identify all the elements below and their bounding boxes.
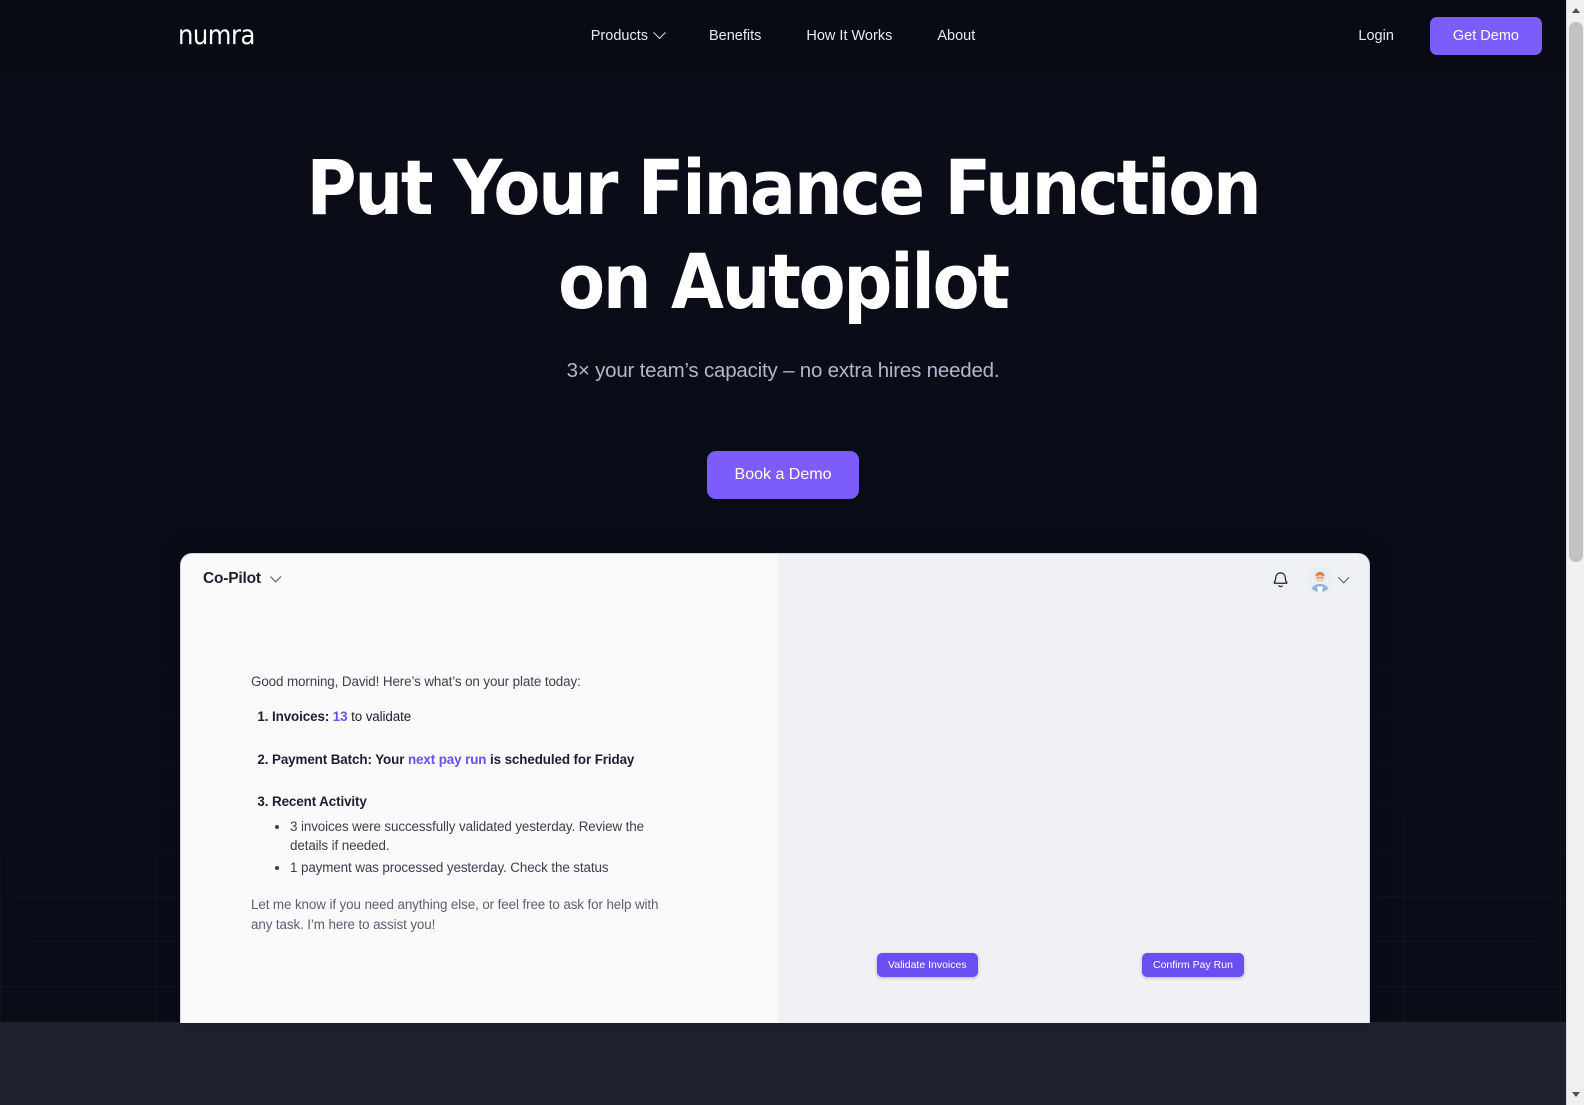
- task-invoices-label: Invoices:: [272, 709, 330, 725]
- app-topbar: [1271, 568, 1350, 592]
- main-navbar: numra Products Benefits How It Works Abo…: [0, 0, 1566, 71]
- task-payment-prefix: Your: [375, 751, 405, 767]
- document-preview-pane: INVOICE: [778, 554, 1369, 1023]
- avatar-illustration: [1308, 568, 1332, 592]
- user-avatar-icon: [1308, 568, 1332, 592]
- nav-actions: Login Get Demo: [1358, 16, 1542, 55]
- get-demo-button[interactable]: Get Demo: [1429, 16, 1542, 55]
- task-invoices-suffix: to validate: [351, 709, 412, 725]
- login-link[interactable]: Login: [1358, 28, 1393, 44]
- recent-activity-list: 3 invoices were successfully validated y…: [272, 817, 681, 877]
- copilot-header[interactable]: Co-Pilot: [181, 554, 778, 588]
- nav-item-products-label: Products: [590, 27, 648, 44]
- copilot-message-body: Good morning, David! Here’s what’s on yo…: [181, 588, 778, 935]
- copilot-chat-pane: Co-Pilot Good morning, David! Here’s wha…: [181, 554, 778, 1023]
- bell-icon[interactable]: [1271, 570, 1290, 590]
- chevron-down-icon[interactable]: [269, 571, 282, 583]
- validate-invoices-button[interactable]: Validate Invoices: [877, 953, 978, 977]
- nav-item-products[interactable]: Products: [590, 26, 666, 44]
- chevron-down-icon[interactable]: [1338, 572, 1350, 584]
- hero-cta-wrapper: Book a Demo: [0, 451, 1566, 499]
- page-scrollbar[interactable]: [1566, 0, 1584, 1105]
- chevron-down-icon: [653, 26, 666, 40]
- scroll-up-arrow-icon[interactable]: [1572, 8, 1580, 13]
- assistant-message: Good morning, David! Here’s what’s on yo…: [251, 672, 681, 935]
- task-item-recent-activity: Recent Activity 3 invoices were successf…: [272, 792, 681, 877]
- user-menu[interactable]: [1308, 568, 1350, 592]
- task-payment-suffix: is scheduled for Friday: [489, 751, 635, 767]
- page-viewport: numra Products Benefits How It Works Abo…: [0, 0, 1566, 1105]
- task-item-invoices: Invoices: 13 to validate: [272, 707, 681, 726]
- nav-item-benefits[interactable]: Benefits: [709, 28, 761, 44]
- invoice-count-badge: 13: [332, 709, 348, 725]
- activity-item: 1 payment was processed yesterday. Check…: [290, 858, 681, 877]
- confirm-pay-run-button[interactable]: Confirm Pay Run: [1142, 953, 1244, 977]
- headline-line-2: on Autopilot: [558, 237, 1010, 326]
- nav-item-how-it-works[interactable]: How It Works: [806, 28, 892, 44]
- task-item-payment-batch: Payment Batch: Your next pay run is sche…: [272, 750, 681, 769]
- copilot-title: Co-Pilot: [203, 570, 261, 587]
- book-a-demo-button[interactable]: Book a Demo: [706, 451, 860, 499]
- headline-line-1: Put Your Finance Function: [306, 143, 1262, 232]
- next-pay-run-link[interactable]: next pay run: [408, 752, 487, 767]
- hero-subheadline: 3× your team’s capacity – no extra hires…: [566, 359, 1000, 382]
- nav-item-about[interactable]: About: [937, 28, 975, 44]
- closing-text: Let me know if you need anything else, o…: [251, 897, 659, 933]
- scrollbar-thumb[interactable]: [1569, 22, 1583, 562]
- recent-activity-label: Recent Activity: [272, 794, 367, 810]
- task-payment-label: Payment Batch:: [272, 751, 372, 767]
- brand-logo[interactable]: numra: [178, 22, 255, 49]
- activity-item: 3 invoices were successfully validated y…: [290, 817, 681, 856]
- page-title: Put Your Finance Function on Autopilot: [0, 150, 1566, 320]
- product-screenshot-panel: Co-Pilot Good morning, David! Here’s wha…: [180, 553, 1370, 1023]
- bottom-section-band: [0, 1022, 1566, 1105]
- task-list: Invoices: 13 to validate Payment Batch: …: [251, 707, 681, 877]
- scroll-down-arrow-icon[interactable]: [1572, 1092, 1580, 1097]
- hero-section: Put Your Finance Function on Autopilot 3…: [0, 71, 1566, 499]
- greeting-text: Good morning, David! Here’s what’s on yo…: [251, 674, 581, 689]
